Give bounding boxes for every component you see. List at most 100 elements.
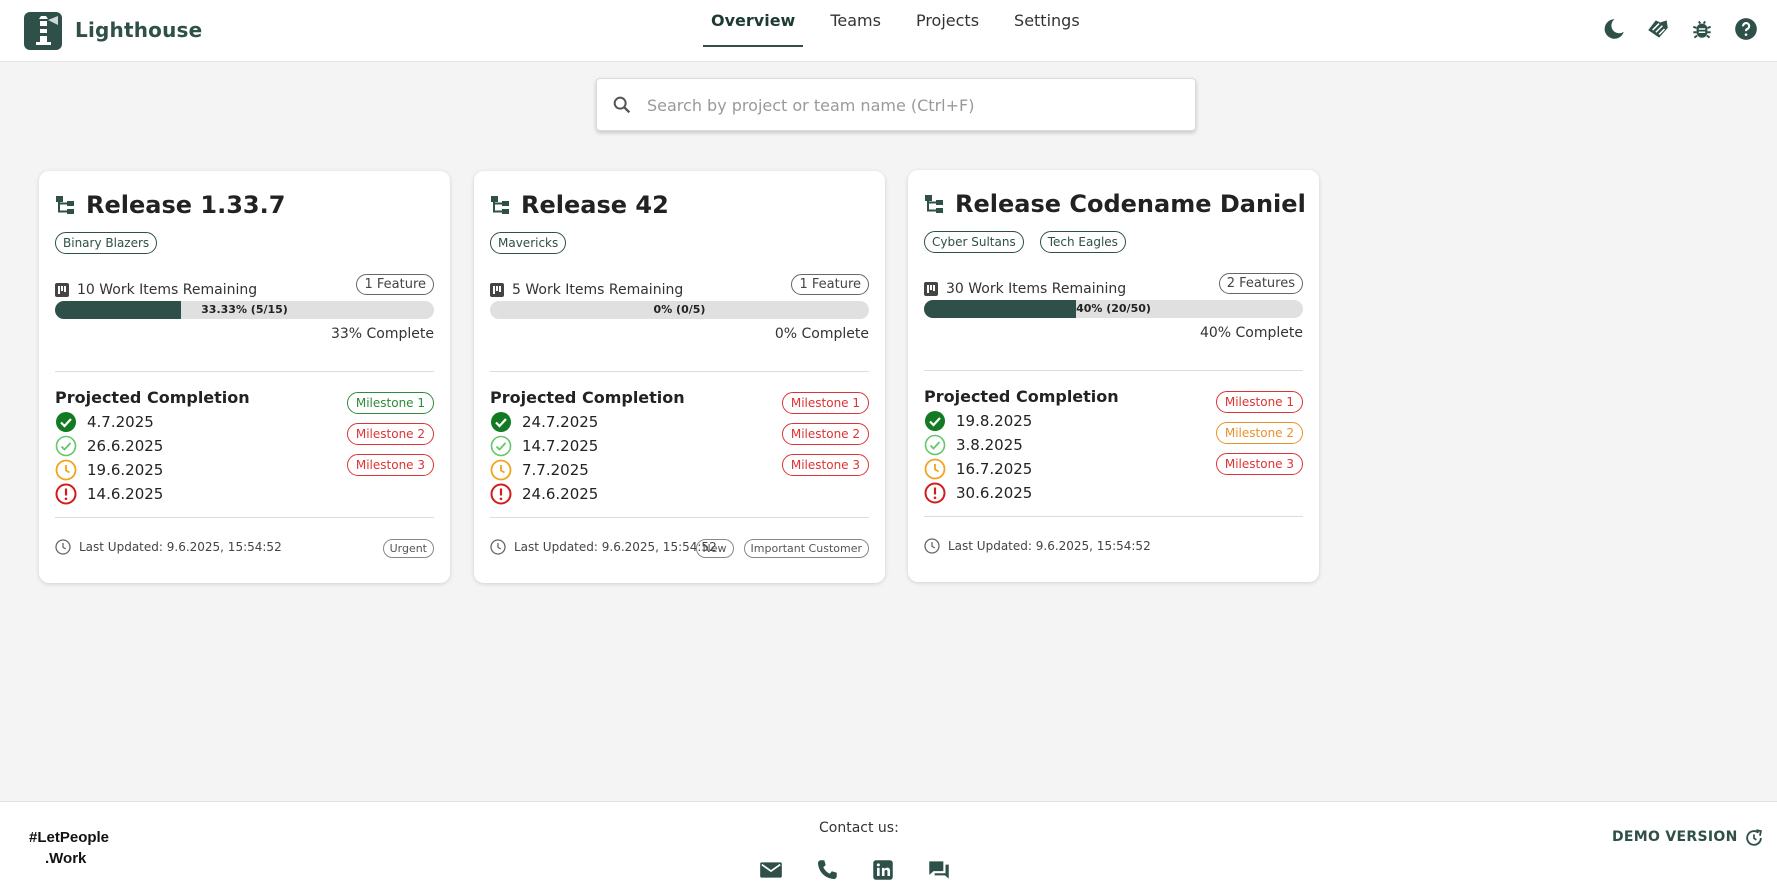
release-card[interactable]: Release 42 Mavericks 5 Work Items Remain… <box>474 171 885 583</box>
help-icon[interactable] <box>1733 16 1759 42</box>
forecast-item: 3.8.2025 <box>924 433 1032 457</box>
milestone-chip[interactable]: Milestone 2 <box>346 423 434 445</box>
milestone-chip[interactable]: Milestone 3 <box>781 454 869 476</box>
forecast-date: 19.8.2025 <box>956 412 1033 430</box>
team-chip[interactable]: Mavericks <box>490 232 567 254</box>
forecast-item: 24.6.2025 <box>490 482 598 506</box>
milestone-list: Milestone 1 Milestone 2 Milestone 3 <box>781 392 869 485</box>
progress-bar: 33.33% (5/15) <box>55 301 434 319</box>
update-check-icon[interactable] <box>1743 827 1765 849</box>
forecast-date: 14.6.2025 <box>87 485 164 503</box>
history-clock-icon <box>490 539 506 555</box>
milestone-list: Milestone 1 Milestone 2 Milestone 3 <box>346 392 434 485</box>
divider <box>924 516 1303 517</box>
divider <box>924 370 1303 371</box>
progress-bar: 0% (0/5) <box>490 301 869 319</box>
release-tree-icon <box>491 196 509 214</box>
moon-icon[interactable] <box>1601 16 1627 42</box>
linkedin-icon[interactable] <box>870 857 896 883</box>
forecast-date: 16.7.2025 <box>956 460 1033 478</box>
forecast-list: 19.8.2025 3.8.2025 16.7.2025 30.6.2025 <box>924 409 1032 505</box>
work-items-remaining: 5 Work Items Remaining <box>512 282 684 298</box>
percent-complete: 33% Complete <box>330 326 434 342</box>
nav-tab-settings[interactable]: Settings <box>1006 0 1088 47</box>
nav-tab-teams[interactable]: Teams <box>822 0 889 47</box>
projected-completion-title: Projected Completion <box>924 387 1119 406</box>
last-updated: Last Updated: 9.6.2025, 15:54:52 <box>79 540 282 554</box>
board-icon <box>924 282 938 296</box>
clock-icon <box>924 458 946 480</box>
nav-tab-projects[interactable]: Projects <box>908 0 987 47</box>
brand-line-1: #LetPeople <box>29 829 110 846</box>
bug-icon[interactable] <box>1689 16 1715 42</box>
check-filled-icon <box>56 412 76 432</box>
board-icon <box>55 283 69 297</box>
milestone-chip[interactable]: Milestone 2 <box>1215 422 1303 444</box>
demo-version-label: DEMO VERSION <box>1612 829 1738 845</box>
divider <box>490 517 869 518</box>
divider <box>490 371 869 372</box>
team-chip[interactable]: Tech Eagles <box>1039 231 1126 253</box>
feature-count-chip[interactable]: 1 Feature <box>791 274 869 295</box>
divider <box>55 371 434 372</box>
top-app-bar: Lighthouse Overview Teams Projects Setti… <box>0 0 1777 62</box>
search-icon <box>613 96 631 114</box>
tag-chip[interactable]: New <box>695 539 734 558</box>
forecast-date: 7.7.2025 <box>522 461 589 479</box>
feature-count-chip[interactable]: 1 Feature <box>356 274 434 295</box>
nav-tab-overview[interactable]: Overview <box>703 0 804 47</box>
forecast-item: 24.7.2025 <box>490 410 598 434</box>
milestone-chip[interactable]: Milestone 1 <box>346 392 434 414</box>
projected-completion-title: Projected Completion <box>55 388 250 407</box>
forecast-item: 7.7.2025 <box>490 458 598 482</box>
milestone-chip[interactable]: Milestone 1 <box>1215 391 1303 413</box>
forecast-item: 26.6.2025 <box>55 434 163 458</box>
top-actions <box>1601 16 1777 42</box>
alert-icon <box>55 483 77 505</box>
forecast-date: 24.6.2025 <box>522 485 599 503</box>
search-input[interactable] <box>647 91 1177 119</box>
milestone-chip[interactable]: Milestone 1 <box>781 392 869 414</box>
forecast-list: 24.7.2025 14.7.2025 7.7.2025 24.6.2025 <box>490 410 598 506</box>
lighthouse-logo-icon[interactable] <box>24 12 62 50</box>
progress-text: 33.33% (5/15) <box>201 303 288 316</box>
tag-chip[interactable]: Urgent <box>382 539 434 558</box>
progress-text: 40% (20/50) <box>1076 302 1151 315</box>
forecast-date: 26.6.2025 <box>87 437 164 455</box>
projected-completion-title: Projected Completion <box>490 388 685 407</box>
feature-count-chip[interactable]: 2 Features <box>1218 273 1303 294</box>
release-card[interactable]: Release Codename Daniel Cyber Sultans Te… <box>908 170 1319 582</box>
phone-icon[interactable] <box>814 857 840 883</box>
footer: #LetPeople .Work Contact us: DEMO VERSIO… <box>0 801 1777 891</box>
letpeoplework-logo[interactable]: #LetPeople .Work <box>29 827 109 869</box>
forecast-item: 14.6.2025 <box>55 482 163 506</box>
check-outline-icon <box>55 435 77 457</box>
release-card[interactable]: Release 1.33.7 Binary Blazers 10 Work It… <box>39 171 450 583</box>
alert-icon <box>490 483 512 505</box>
percent-complete: 0% Complete <box>774 326 869 342</box>
clock-icon <box>490 459 512 481</box>
milestone-chip[interactable]: Milestone 3 <box>1215 453 1303 475</box>
release-tree-icon <box>56 196 74 214</box>
forecast-date: 3.8.2025 <box>956 436 1023 454</box>
team-chip[interactable]: Cyber Sultans <box>924 231 1024 253</box>
check-filled-icon <box>491 412 511 432</box>
release-title[interactable]: Release 42 <box>521 191 669 219</box>
progress-text: 0% (0/5) <box>653 303 706 316</box>
percent-complete: 40% Complete <box>1199 325 1303 341</box>
check-filled-icon <box>925 411 945 431</box>
contact-links <box>758 857 982 883</box>
release-title[interactable]: Release Codename Daniel <box>955 190 1306 218</box>
forecast-date: 24.7.2025 <box>522 413 599 431</box>
mail-icon[interactable] <box>758 857 784 883</box>
forecast-item: 19.8.2025 <box>924 409 1032 433</box>
chat-icon[interactable] <box>926 857 952 883</box>
milestone-chip[interactable]: Milestone 3 <box>346 454 434 476</box>
forecast-item: 4.7.2025 <box>55 410 163 434</box>
main-nav: Overview Teams Projects Settings <box>703 0 1107 62</box>
tag-chip[interactable]: Important Customer <box>743 539 869 558</box>
team-chip[interactable]: Binary Blazers <box>55 232 158 254</box>
hands-icon[interactable] <box>1645 16 1671 42</box>
milestone-chip[interactable]: Milestone 2 <box>781 423 869 445</box>
release-title[interactable]: Release 1.33.7 <box>86 191 285 219</box>
